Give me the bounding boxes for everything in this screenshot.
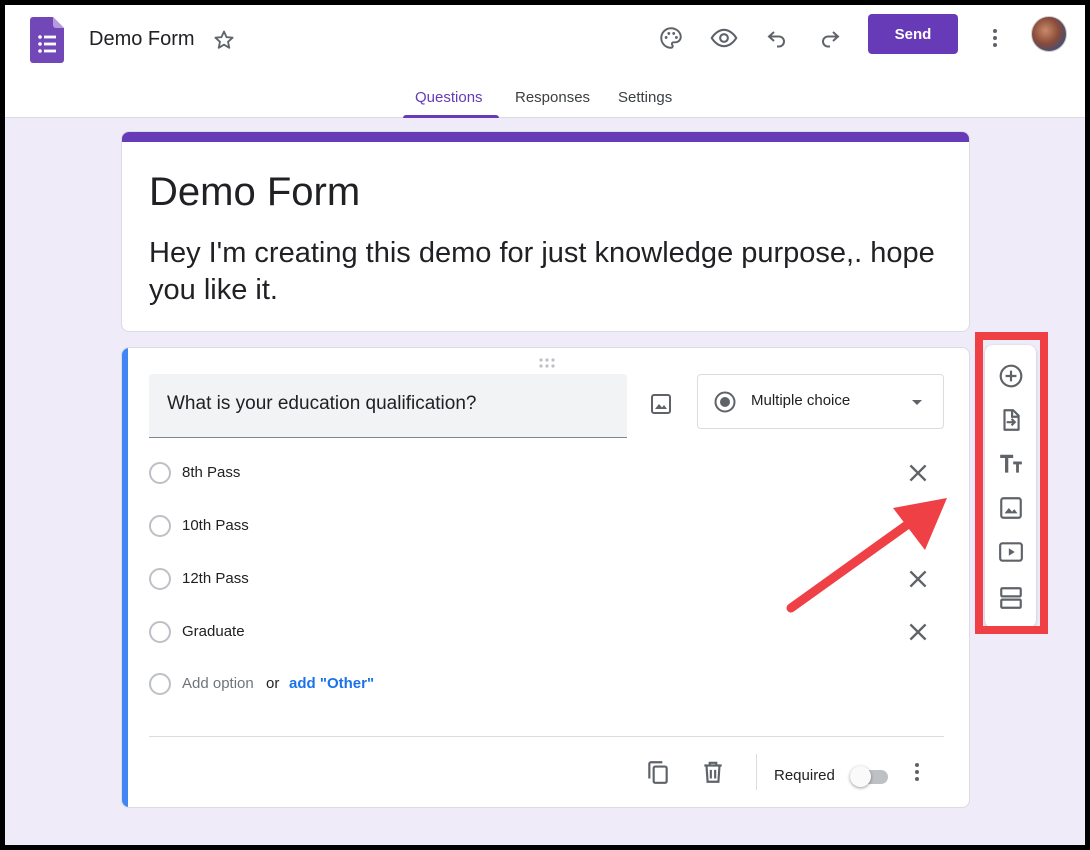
avatar[interactable] bbox=[1031, 16, 1067, 52]
radio-icon bbox=[149, 673, 171, 695]
question-type-label: Multiple choice bbox=[751, 392, 851, 409]
app-frame: Demo Form Send Questions Responses Setti… bbox=[5, 5, 1085, 845]
radio-icon bbox=[149, 515, 171, 537]
add-option-link[interactable]: Add option bbox=[182, 675, 254, 692]
footer-divider bbox=[149, 736, 944, 737]
add-option-row: Add option or add "Other" bbox=[149, 670, 939, 700]
tab-responses[interactable]: Responses bbox=[515, 89, 590, 106]
caret-down-icon bbox=[907, 392, 927, 417]
option-row[interactable]: 8th Pass bbox=[149, 459, 939, 489]
form-header-card[interactable]: Demo Form Hey I'm creating this demo for… bbox=[121, 131, 970, 332]
option-label[interactable]: 12th Pass bbox=[182, 570, 249, 587]
redo-icon[interactable] bbox=[813, 21, 847, 55]
annotation-arrow-icon bbox=[775, 490, 955, 625]
add-image-icon[interactable] bbox=[649, 392, 673, 421]
required-toggle[interactable] bbox=[850, 765, 890, 787]
trash-icon[interactable] bbox=[700, 759, 726, 790]
option-label[interactable]: 10th Pass bbox=[182, 517, 249, 534]
footer-separator bbox=[756, 754, 757, 790]
more-vert-icon[interactable] bbox=[905, 760, 929, 789]
close-icon[interactable] bbox=[905, 460, 931, 491]
highlight-box bbox=[975, 332, 1048, 634]
tab-bar: Questions Responses Settings bbox=[5, 89, 1085, 118]
radio-icon bbox=[149, 462, 171, 484]
radio-checked-icon bbox=[713, 390, 737, 419]
add-other-link[interactable]: add "Other" bbox=[289, 675, 374, 692]
undo-icon[interactable] bbox=[760, 21, 794, 55]
or-text: or bbox=[266, 675, 280, 692]
drag-handle-icon[interactable] bbox=[538, 356, 556, 374]
theme-color-bar bbox=[122, 132, 969, 142]
option-label[interactable]: Graduate bbox=[182, 623, 245, 640]
palette-icon[interactable] bbox=[654, 21, 688, 55]
required-label: Required bbox=[774, 767, 835, 784]
tab-questions[interactable]: Questions bbox=[415, 89, 483, 106]
toggle-thumb bbox=[850, 766, 871, 787]
question-title-input[interactable]: What is your education qualification? bbox=[149, 374, 627, 438]
form-title-field[interactable]: Demo Form bbox=[149, 170, 360, 215]
active-card-indicator bbox=[122, 348, 128, 807]
more-vert-icon[interactable] bbox=[978, 21, 1012, 55]
header: Demo Form Send Questions Responses Setti… bbox=[5, 5, 1085, 118]
forms-logo-icon[interactable] bbox=[30, 17, 64, 68]
duplicate-icon[interactable] bbox=[645, 759, 671, 790]
form-description-field[interactable]: Hey I'm creating this demo for just know… bbox=[149, 235, 949, 309]
form-title[interactable]: Demo Form bbox=[89, 28, 195, 51]
send-button[interactable]: Send bbox=[868, 14, 958, 54]
option-label[interactable]: 8th Pass bbox=[182, 464, 240, 481]
active-tab-indicator bbox=[403, 115, 499, 118]
radio-icon bbox=[149, 568, 171, 590]
question-type-dropdown[interactable]: Multiple choice bbox=[697, 374, 944, 429]
star-icon[interactable] bbox=[212, 28, 236, 57]
radio-icon bbox=[149, 621, 171, 643]
preview-eye-icon[interactable] bbox=[707, 21, 741, 55]
tab-settings[interactable]: Settings bbox=[618, 89, 672, 106]
